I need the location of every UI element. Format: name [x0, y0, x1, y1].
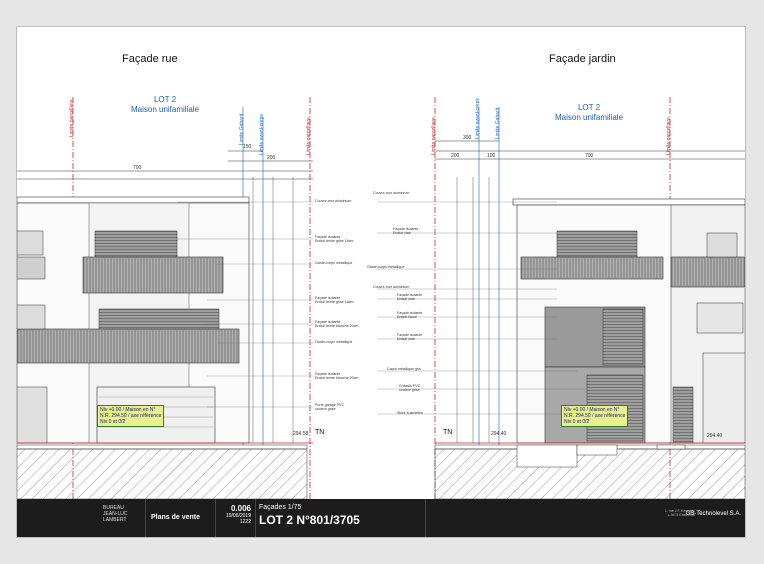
- note-left-1: Couvre-mur aluminium: [315, 199, 352, 203]
- drawing-sheet: Façade rue Façade jardin LOT 2 Maison un…: [16, 26, 746, 538]
- limit-parcellaire-right-label: Limite parcellaire: [431, 117, 437, 155]
- note-left-3: Garde-corps métallique: [315, 261, 353, 265]
- company-cell: GB-Technolevel S.A. 1, rue J.F. Kennedy …: [617, 499, 745, 537]
- level-callout-left: Niv +0.00 / Maison en N° N.R. 294.50 / a…: [97, 405, 165, 427]
- note-right-2: Façade isolante Enduit clair: [393, 227, 419, 235]
- note-right-9: Châssis PVC couleur grise: [399, 384, 421, 392]
- office-logo: BUREAU JEAN-LUC LAMBERT: [103, 505, 128, 523]
- dim-right-700: 700: [585, 153, 594, 159]
- limit-avant-corps-right-label: Limite avant-corps: [475, 98, 481, 139]
- level-right-2: 294.40: [707, 433, 723, 439]
- note-right-7: Façade isolante Enduit clair: [397, 333, 423, 341]
- plans-vente-cell: Plans de vente: [145, 499, 216, 537]
- logo-cell: BUREAU JEAN-LUC LAMBERT: [99, 499, 146, 537]
- limit-gabarit-left-label: Limite Gabarit: [239, 113, 245, 145]
- dim-left-150: 150: [243, 144, 252, 150]
- level-callout-right: Niv +0.00 / Maison en N° N.R. 294.50 / a…: [561, 405, 629, 427]
- note-left-4: Façade isolante Enduit teinte grise 18cm: [315, 296, 354, 304]
- note-right-8: Capot métallique gris: [387, 367, 421, 371]
- limit-gabarit-right-label: Limite Gabarit: [495, 107, 501, 139]
- limit-parcellaire-right2-label: Limite parcellaire: [666, 117, 672, 155]
- note-right-3: Garde-corps métallique: [367, 265, 405, 269]
- dim-right-200: 200: [451, 153, 460, 159]
- level-right: 294.40: [491, 431, 507, 437]
- drawing-number: 0.006: [230, 504, 251, 513]
- note-right-10: Store à lamelles: [397, 411, 423, 415]
- title-block: BUREAU JEAN-LUC LAMBERT Plans de vente 0…: [17, 499, 745, 537]
- note-left-5: Façade isolante Enduit teinte blanche 20…: [315, 320, 359, 328]
- dim-left-200: 200: [267, 155, 276, 161]
- note-right-5: Façade isolante Enduit clair: [397, 293, 423, 301]
- number-cell: 0.006 19/06/2019 1222: [215, 499, 256, 537]
- note-left-8: Porte garage PVC couleur grise: [315, 403, 345, 411]
- facade-jardin-elevation: [377, 97, 745, 499]
- tn-marker-left: TN: [315, 429, 325, 436]
- plans-de-vente-label: Plans de vente: [151, 514, 201, 521]
- limit-avant-corps-left-label: Limite avant-corps: [259, 114, 265, 155]
- note-right-6: Façade isolante Enduit foncé: [397, 311, 423, 319]
- note-right-1: Couvre-mur aluminium: [373, 191, 410, 195]
- dim-right-300: 300: [463, 135, 472, 141]
- dim-left-700: 700: [133, 165, 142, 171]
- scale-label: Façades 1/75: [259, 504, 302, 511]
- lot-title: LOT 2 N°801/3705: [259, 513, 360, 527]
- note-left-7: Façade isolante Enduit teinte blanche 20…: [315, 372, 359, 380]
- limit-parcellaire-left-label: Limite parcellaire: [69, 99, 75, 137]
- dim-right-100: 100: [487, 153, 496, 159]
- note-left-6: Garde-corps métallique: [315, 340, 353, 344]
- level-left: 294.58: [293, 431, 309, 437]
- note-right-4: Couvre-mur aluminium: [373, 285, 410, 289]
- elevation-drawing: [17, 97, 745, 499]
- tn-marker-right: TN: [443, 429, 453, 436]
- note-left-2: Façade isolante Enduit teinte grise 18cm: [315, 235, 354, 243]
- lot-title-cell: Façades 1/75 LOT 2 N°801/3705: [255, 499, 426, 537]
- limit-parcellaire-left2-label: Limite parcellaire: [306, 117, 312, 155]
- drawing-code: 1222: [239, 519, 251, 525]
